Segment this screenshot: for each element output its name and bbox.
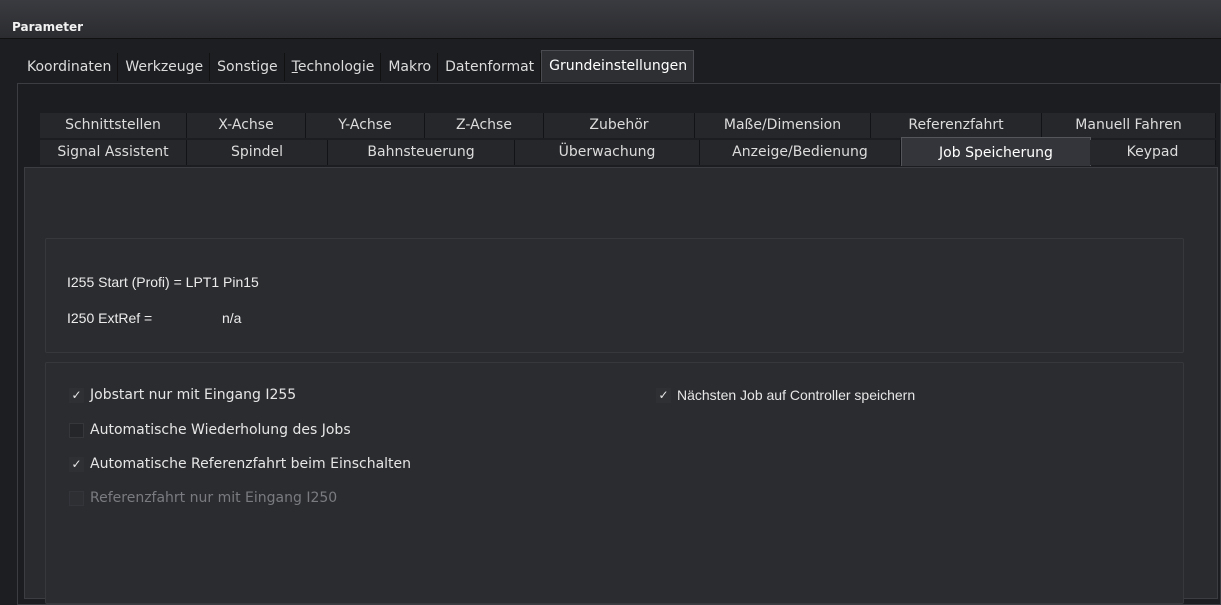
checkmark-icon: ✓ [69,456,84,472]
subtab-ueberwachung[interactable]: Überwachung [515,140,700,165]
subtab-manuell-fahren[interactable]: Manuell Fahren [1042,113,1216,138]
subtab-y-achse[interactable]: Y-Achse [306,113,425,138]
tab-koordinaten[interactable]: Koordinaten [20,53,119,81]
referenzfahrt-eingang-label: Referenzfahrt nur mit Eingang I250 [90,490,338,506]
jobstart-label: Jobstart nur mit Eingang I255 [90,387,297,403]
jobstart-checkbox[interactable]: ✓ Jobstart nur mit Eingang I255 [69,387,296,403]
wiederholung-label: Automatische Wiederholung des Jobs [90,422,351,438]
tab-technologie[interactable]: Technologie [285,53,382,81]
input-info-group [45,238,1184,353]
naechsten-job-checkbox[interactable]: ✓ Nächsten Job auf Controller speichern [656,387,915,403]
subtab-keypad[interactable]: Keypad [1090,140,1216,165]
checkmark-icon: ✓ [656,387,671,403]
subtab-bahnsteuerung[interactable]: Bahnsteuerung [328,140,515,165]
referenzfahrt-einschalten-checkbox[interactable]: ✓ Automatische Referenzfahrt beim Einsch… [69,456,411,472]
tab-sonstige[interactable]: Sonstige [210,53,285,81]
subtab-anzeige-bedienung[interactable]: Anzeige/Bedienung [700,140,901,165]
wiederholung-checkbox[interactable]: Automatische Wiederholung des Jobs [69,422,351,438]
naechsten-job-label: Nächsten Job auf Controller speichern [677,387,916,403]
subtab-row-1: Schnittstellen X-Achse Y-Achse Z-Achse Z… [40,113,1216,138]
subtab-referenzfahrt[interactable]: Referenzfahrt [871,113,1042,138]
referenzfahrt-einschalten-label: Automatische Referenzfahrt beim Einschal… [90,456,412,472]
subtab-zubehoer[interactable]: Zubehör [544,113,695,138]
tab-makro[interactable]: Makro [381,53,439,81]
referenzfahrt-eingang-checkbox: Referenzfahrt nur mit Eingang I250 [69,490,337,506]
subtab-x-achse[interactable]: X-Achse [187,113,306,138]
subtab-signal-assistent[interactable]: Signal Assistent [40,140,187,165]
window-title: Parameter [12,20,84,34]
subtab-schnittstellen[interactable]: Schnittstellen [40,113,187,138]
extref-input-label: I250 ExtRef = [67,310,153,326]
checkbox-empty-icon [69,422,84,438]
subtab-row-2: Signal Assistent Spindel Bahnsteuerung Ü… [40,137,1216,166]
main-tab-bar: Koordinaten Werkzeuge Sonstige Technolog… [20,49,695,82]
checkmark-icon: ✓ [69,387,84,403]
title-bar: Parameter [0,0,1221,39]
subtab-job-speicherung[interactable]: Job Speicherung [901,137,1091,166]
tab-werkzeuge[interactable]: Werkzeuge [118,53,211,81]
checkbox-disabled-icon [69,490,84,506]
subtab-spindel[interactable]: Spindel [187,140,328,165]
tab-datenformat[interactable]: Datenformat [438,53,542,81]
tab-grundeinstellungen[interactable]: Grundeinstellungen [541,49,695,82]
subtab-z-achse[interactable]: Z-Achse [425,113,544,138]
tab-technologie-label: Technologie [291,59,375,75]
subtab-masse-dimension[interactable]: Maße/Dimension [695,113,871,138]
start-input-info: I255 Start (Profi) = LPT1 Pin15 [67,274,259,290]
extref-input-value: n/a [222,310,242,326]
